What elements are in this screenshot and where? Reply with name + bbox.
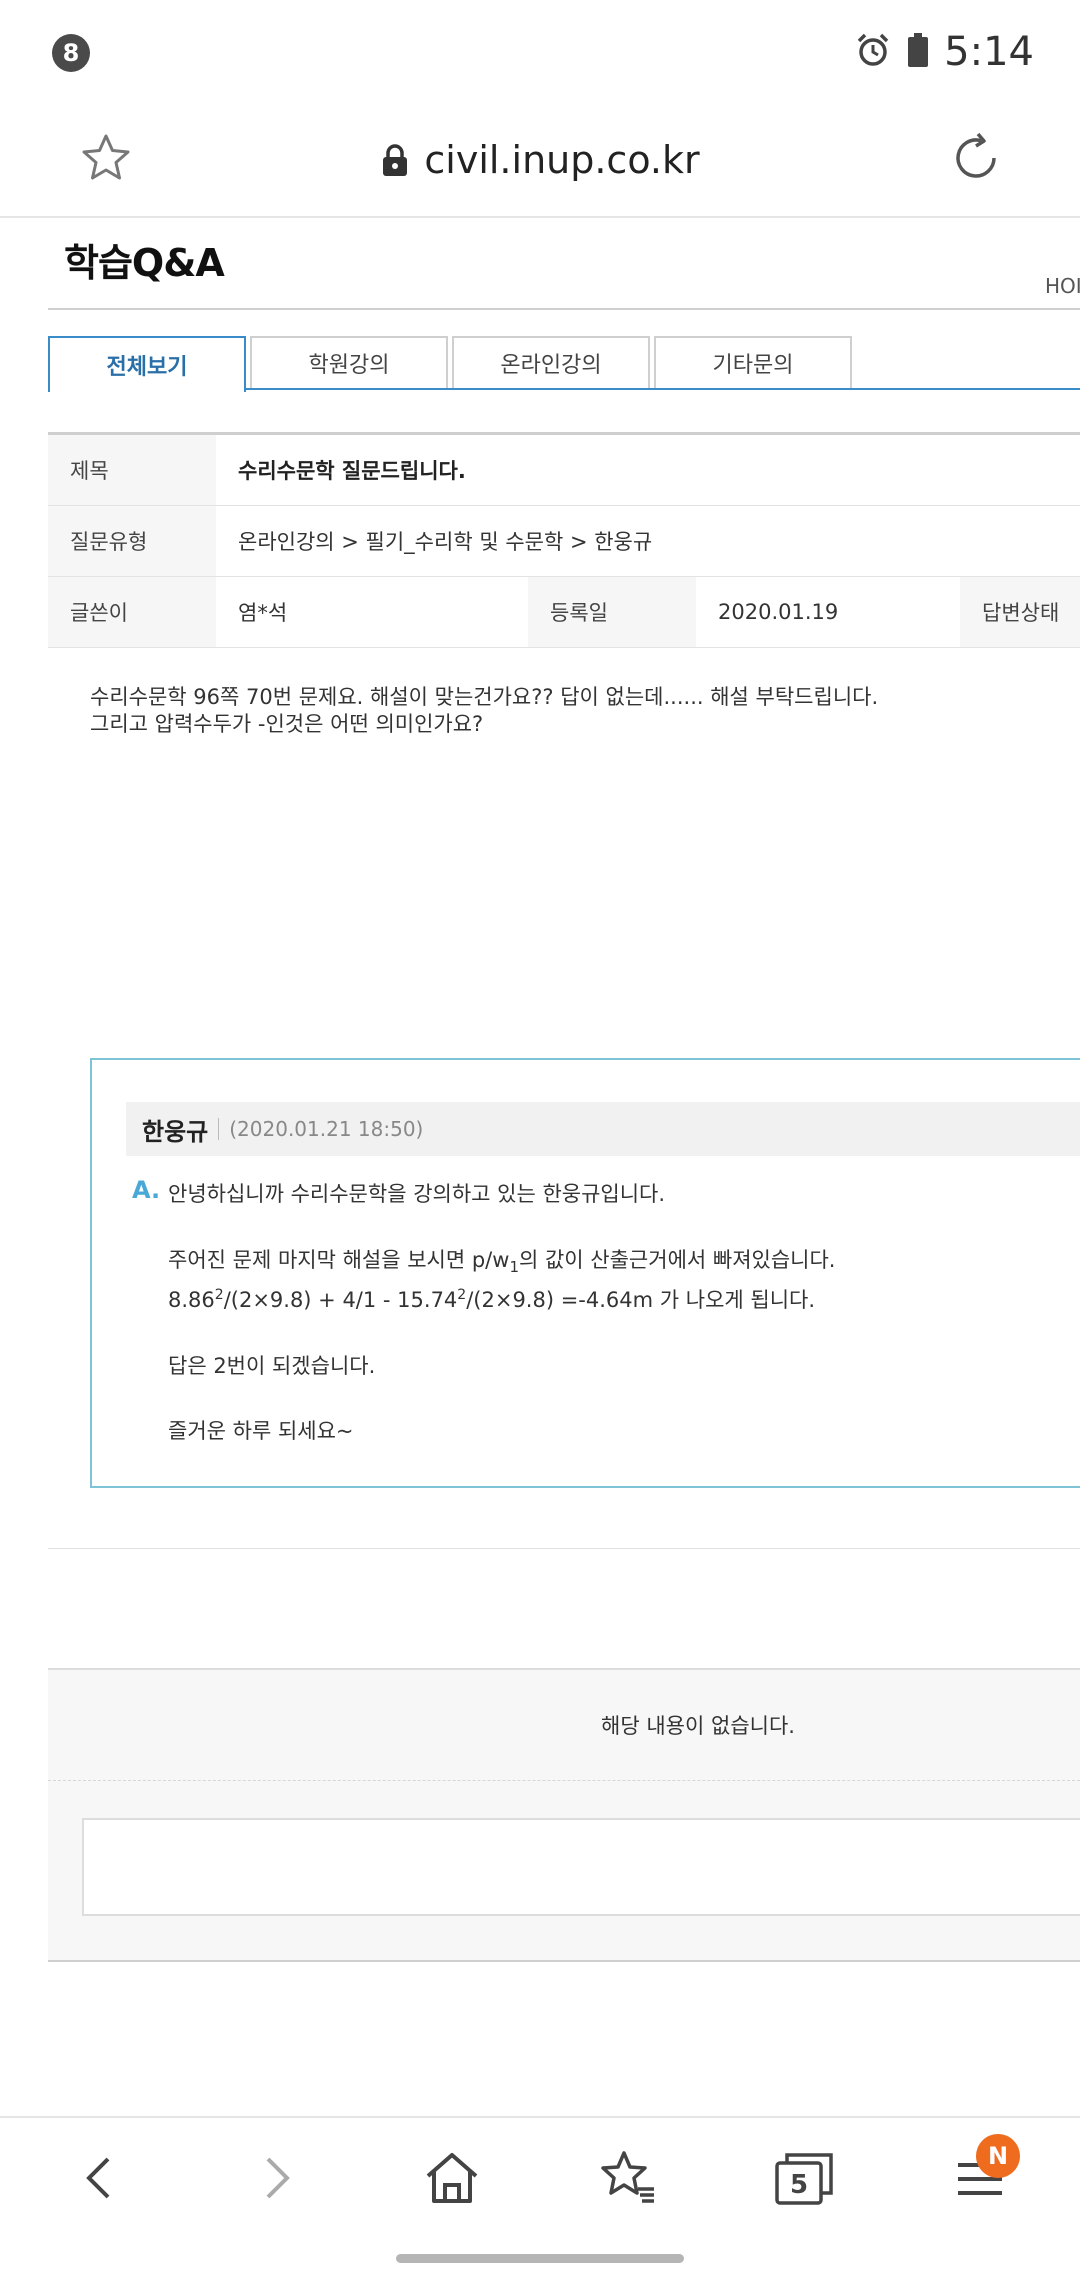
back-button[interactable] — [60, 2138, 140, 2218]
tabs-icon: 5 — [775, 2153, 833, 2205]
home-button[interactable] — [412, 2138, 492, 2218]
question-info-table: 제목 수리수문학 질문드립니다. 질문유형 온라인강의 > 필기_수리학 및 수… — [48, 432, 1080, 648]
new-notification-badge: N — [976, 2134, 1020, 2178]
bookmarks-button[interactable] — [588, 2138, 668, 2218]
info-row-title: 제목 수리수문학 질문드립니다. — [48, 435, 1080, 506]
bookmarks-star-icon — [601, 2151, 654, 2203]
tab-online-lectures[interactable]: 온라인강의 — [452, 336, 650, 388]
question-line: 그리고 압력수두가 -인것은 어떤 의미인가요? — [90, 712, 484, 736]
info-row-meta: 글쓴이 염*석 등록일 2020.01.19 답변상태 — [48, 577, 1080, 648]
answer-header: 한웅규 (2020.01.21 18:50) — [126, 1102, 1080, 1156]
browser-url-bar: civil.inup.co.kr — [0, 104, 1080, 218]
reload-button[interactable] — [942, 124, 1010, 192]
empty-comments-message: 해당 내용이 없습니다. — [601, 1714, 795, 1738]
url-text: civil.inup.co.kr — [424, 138, 700, 182]
tab-all[interactable]: 전체보기 — [48, 336, 246, 392]
notification-count-badge: 8 — [52, 34, 90, 72]
author-label: 글쓴이 — [48, 577, 216, 647]
breadcrumb-home[interactable]: HOI — [1045, 274, 1080, 298]
date-value: 2020.01.19 — [718, 600, 839, 624]
answer-formula: 8.862/(2×9.8) + 4/1 - 15.742/(2×9.8) =-4… — [168, 1287, 816, 1312]
comment-input[interactable] — [82, 1818, 1080, 1916]
section-divider — [48, 1548, 1080, 1549]
tab-count: 5 — [790, 2170, 808, 2200]
address-field[interactable]: civil.inup.co.kr — [0, 130, 1080, 190]
gesture-handle — [396, 2254, 684, 2263]
tabs-button[interactable]: 5 — [764, 2138, 844, 2218]
date-label: 등록일 — [528, 577, 696, 647]
question-body: 수리수문학 96쪽 70번 문제요. 해설이 맞는건가요?? 답이 없는데...… — [90, 684, 1050, 738]
answer-line: 주어진 문제 마지막 해설을 보시면 p/w1의 값이 산출근거에서 빠져있습니… — [168, 1248, 836, 1277]
alarm-icon — [854, 31, 892, 73]
title-divider — [48, 308, 1080, 310]
type-label: 질문유형 — [48, 506, 216, 576]
header-separator — [218, 1118, 220, 1140]
dashed-divider — [48, 1780, 1080, 1781]
status-bar: 8 5:14 — [0, 0, 1080, 104]
info-row-type: 질문유형 온라인강의 > 필기_수리학 및 수문학 > 한웅규 — [48, 506, 1080, 577]
author-value: 염*석 — [238, 601, 288, 625]
type-value: 온라인강의 > 필기_수리학 및 수문학 > 한웅규 — [238, 530, 653, 554]
lock-icon — [383, 144, 408, 176]
forward-button[interactable] — [236, 2138, 316, 2218]
battery-icon — [906, 32, 930, 72]
browser-bottom-nav: 5 — [0, 2116, 1080, 2228]
status-icons: 5:14 — [854, 24, 1034, 80]
tab-other-inquiries[interactable]: 기타문의 — [654, 336, 852, 388]
answer-line: 안녕하십니까 수리수문학을 강의하고 있는 한웅규입니다. — [168, 1182, 666, 1206]
tab-academy-lectures[interactable]: 학원강의 — [250, 336, 448, 388]
answer-marker: A. — [132, 1176, 161, 1204]
status-label: 답변상태 — [960, 577, 1080, 647]
chevron-right-icon — [266, 2157, 290, 2199]
answerer-name: 한웅규 — [142, 1117, 209, 1146]
answer-line: 즐거운 하루 되세요~ — [168, 1419, 354, 1443]
title-label: 제목 — [48, 435, 216, 505]
page-title: 학습Q&A — [64, 241, 225, 285]
answer-line: 답은 2번이 되겠습니다. — [168, 1354, 376, 1378]
answer-date: (2020.01.21 18:50) — [229, 1117, 424, 1141]
title-value: 수리수문학 질문드립니다. — [238, 459, 466, 483]
chevron-left-icon — [86, 2157, 110, 2199]
clock-time: 5:14 — [944, 29, 1034, 75]
reload-icon — [956, 132, 996, 178]
question-line: 수리수문학 96쪽 70번 문제요. 해설이 맞는건가요?? 답이 없는데...… — [90, 685, 879, 709]
category-tabs: 전체보기 학원강의 온라인강의 기타문의 — [48, 336, 1080, 392]
home-icon — [426, 2153, 478, 2203]
